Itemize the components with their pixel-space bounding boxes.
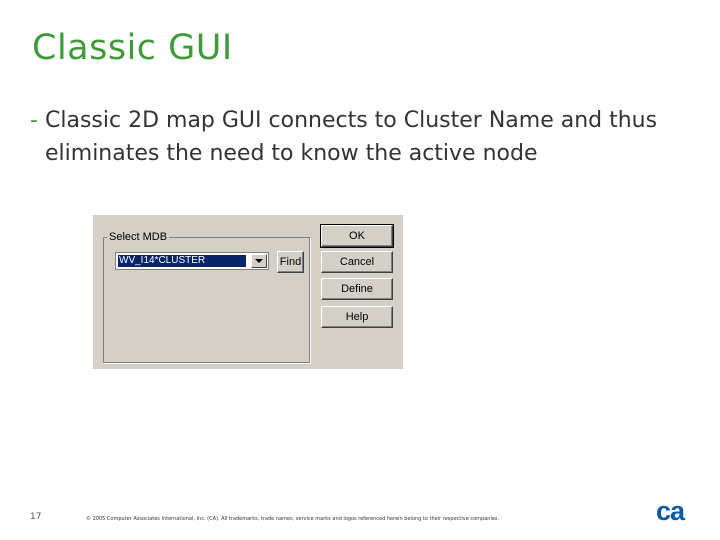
mdb-combobox[interactable]: WV_I14*CLUSTER: [115, 252, 269, 270]
ca-logo-icon: ca: [656, 499, 687, 523]
mdb-combobox-value: WV_I14*CLUSTER: [118, 255, 246, 267]
select-mdb-label: Select MDB: [107, 231, 170, 243]
copyright-notice: © 2005 Computer Associates International…: [86, 516, 500, 522]
cancel-button[interactable]: Cancel: [321, 251, 393, 273]
define-button[interactable]: Define: [321, 278, 393, 300]
chevron-down-icon[interactable]: [251, 254, 267, 268]
ok-button[interactable]: OK: [320, 224, 394, 248]
bullet-point: - Classic 2D map GUI connects to Cluster…: [30, 104, 690, 170]
bullet-text: Classic 2D map GUI connects to Cluster N…: [45, 108, 658, 166]
slide-title: Classic GUI: [32, 28, 233, 68]
select-mdb-dialog: Select MDB WV_I14*CLUSTER Find OK Cancel…: [93, 215, 403, 369]
help-button[interactable]: Help: [321, 306, 393, 328]
page-number: 17: [30, 512, 42, 522]
ca-logo-text: ca: [656, 499, 686, 523]
bullet-dash-icon: -: [30, 108, 38, 133]
find-button[interactable]: Find: [277, 251, 304, 273]
